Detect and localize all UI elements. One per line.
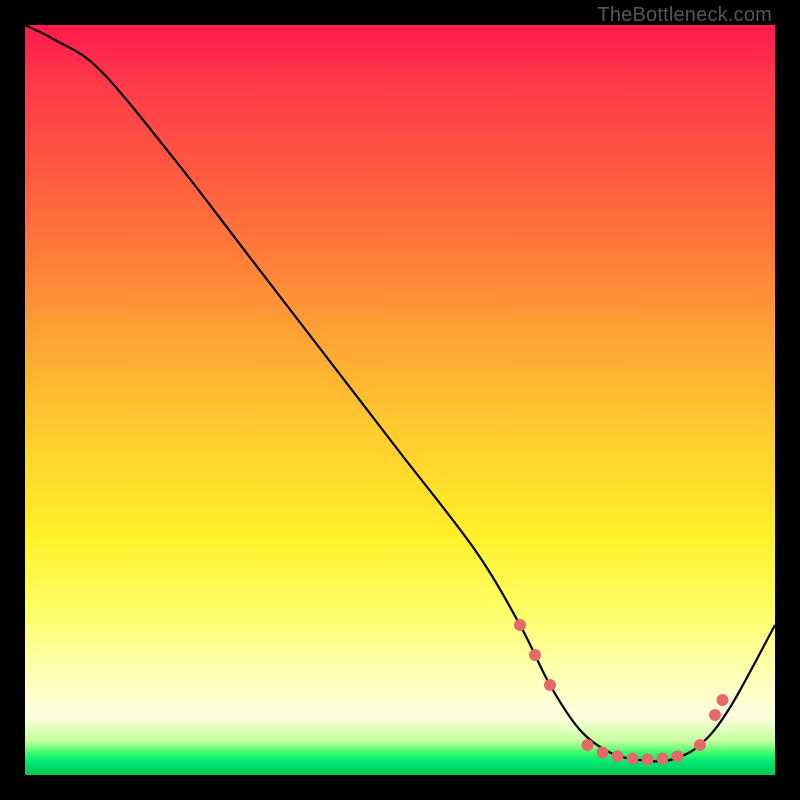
marker-layer <box>514 619 729 765</box>
highlight-dot <box>717 694 729 706</box>
bottleneck-curve <box>25 25 775 761</box>
highlight-dot <box>582 739 594 751</box>
highlight-dot <box>657 753 669 765</box>
watermark-label: TheBottleneck.com <box>597 4 772 27</box>
highlight-dot <box>597 747 609 759</box>
highlight-dot <box>544 679 556 691</box>
plot-area <box>25 25 775 775</box>
highlight-dot <box>514 619 526 631</box>
highlight-dot <box>694 739 706 751</box>
highlight-dot <box>642 753 654 765</box>
curve-layer <box>25 25 775 761</box>
highlight-dot <box>672 750 684 762</box>
highlight-dot <box>612 750 624 762</box>
chart-svg <box>25 25 775 775</box>
highlight-dot <box>529 649 541 661</box>
highlight-dot <box>627 753 639 765</box>
highlight-dot <box>709 709 721 721</box>
chart-frame: TheBottleneck.com <box>0 0 800 800</box>
